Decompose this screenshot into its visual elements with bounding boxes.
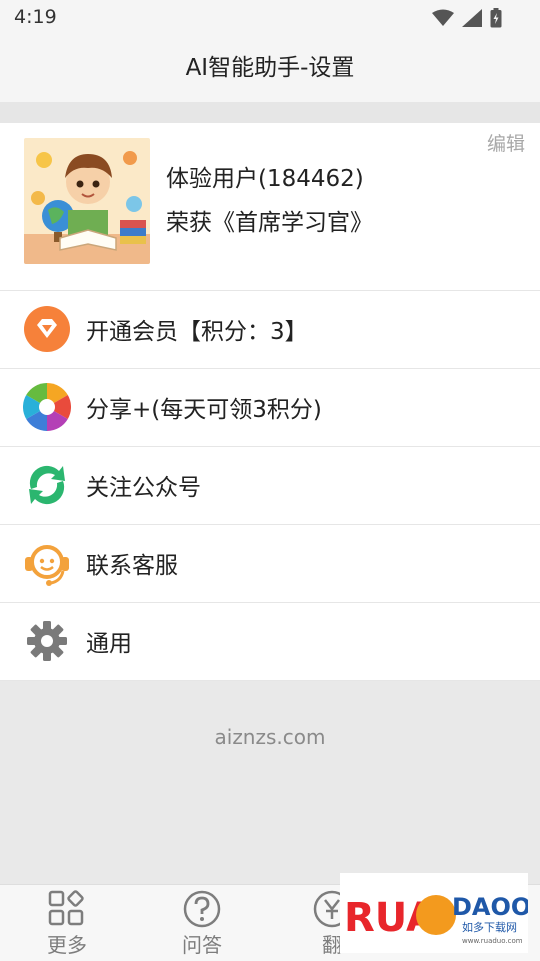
question-icon bbox=[183, 890, 221, 928]
menu-item-membership[interactable]: 开通会员【积分：3】 bbox=[0, 291, 540, 369]
avatar[interactable] bbox=[24, 138, 150, 264]
cellular-signal-icon bbox=[462, 9, 482, 27]
menu-item-general[interactable]: 通用 bbox=[0, 603, 540, 681]
avatar-illustration bbox=[24, 138, 150, 264]
svg-text:如多下载网: 如多下载网 bbox=[462, 920, 517, 934]
menu-item-label: 分享+(每天可领3积分) bbox=[86, 397, 322, 423]
settings-menu: 开通会员【积分：3】 分享+(每天可领3积分) 关注公众号 联系客服 通用 bbox=[0, 291, 540, 681]
menu-item-label: 通用 bbox=[86, 631, 132, 657]
gear-icon bbox=[27, 621, 67, 661]
svg-text:www.ruaduo.com: www.ruaduo.com bbox=[462, 937, 523, 945]
app-header: AI智能助手-设置 bbox=[0, 36, 540, 102]
menu-item-label: 关注公众号 bbox=[86, 475, 201, 501]
menu-item-share[interactable]: 分享+(每天可领3积分) bbox=[0, 369, 540, 447]
menu-item-label: 开通会员【积分：3】 bbox=[86, 319, 308, 345]
status-icons bbox=[432, 8, 502, 28]
menu-item-follow[interactable]: 关注公众号 bbox=[0, 447, 540, 525]
nav-item-qa[interactable]: 问答 bbox=[162, 889, 242, 958]
svg-text:DAOO: DAOO bbox=[452, 893, 528, 921]
battery-icon bbox=[490, 8, 502, 28]
watermark-logo-graphic: RUA DAOO 如多下载网 www.ruaduo.com bbox=[340, 873, 531, 953]
nav-label: 更多 bbox=[47, 933, 87, 957]
profile-card: 编辑 体验用户(184462) 荣获《首席学习官》 bbox=[0, 123, 540, 291]
edit-profile-link[interactable]: 编辑 bbox=[487, 129, 525, 156]
menu-item-label: 联系客服 bbox=[86, 553, 178, 579]
status-bar: 4:19 bbox=[0, 0, 540, 36]
page-title: AI智能助手-设置 bbox=[185, 55, 355, 81]
watermark-logo: RUA DAOO 如多下载网 www.ruaduo.com bbox=[340, 873, 531, 953]
section-divider bbox=[0, 102, 540, 123]
diamond-icon bbox=[24, 306, 70, 352]
user-name: 体验用户(184462) bbox=[166, 166, 364, 192]
wifi-icon bbox=[432, 9, 454, 26]
nav-label: 问答 bbox=[182, 933, 222, 957]
customer-service-icon bbox=[25, 545, 69, 586]
user-honor-title: 荣获《首席学习官》 bbox=[166, 210, 373, 236]
grid-icon bbox=[48, 890, 84, 926]
follow-recycle-icon bbox=[29, 465, 65, 505]
nav-item-more[interactable]: 更多 bbox=[27, 889, 107, 958]
status-time: 4:19 bbox=[14, 6, 57, 28]
menu-item-customer-service[interactable]: 联系客服 bbox=[0, 525, 540, 603]
footer-area: aiznzs.com bbox=[0, 681, 540, 884]
site-domain: aiznzs.com bbox=[214, 725, 326, 749]
share-aperture-icon bbox=[23, 383, 71, 431]
